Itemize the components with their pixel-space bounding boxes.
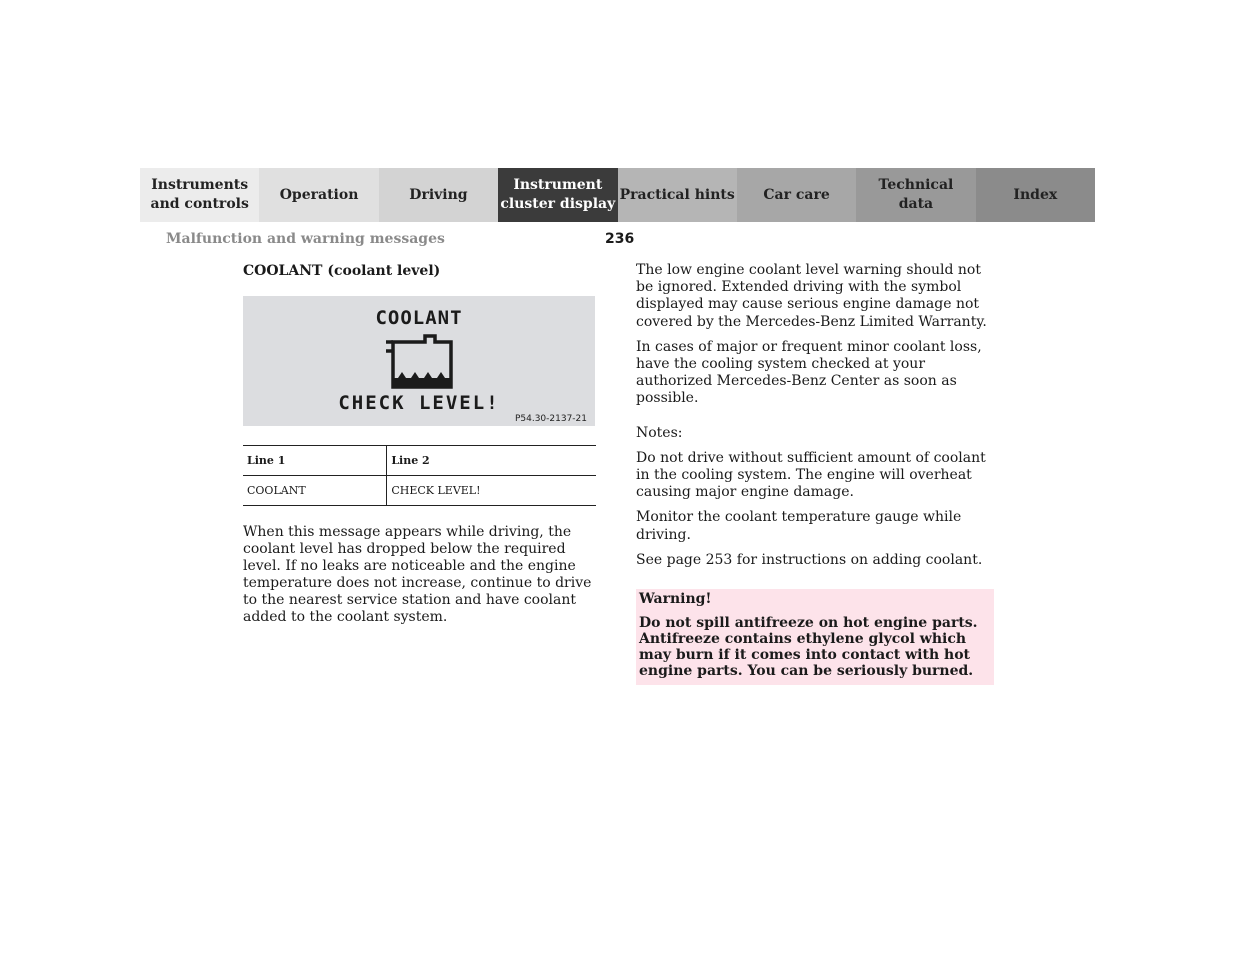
warning-info-paragraph: The low engine coolant level warning sho… xyxy=(636,262,987,330)
tab-car-care[interactable]: Car care xyxy=(736,168,857,222)
tab-instruments-and-controls[interactable]: Instruments and controls xyxy=(140,168,260,222)
coolant-reservoir-icon xyxy=(386,334,453,389)
warning-title: Warning! xyxy=(639,591,712,608)
figure-reference: P54.30-2137-21 xyxy=(514,414,587,424)
tab-label-line2: data xyxy=(898,196,934,212)
display-message-table: Line 1 Line 2 COOLANT CHECK LEVEL! xyxy=(243,445,596,506)
cluster-display-illustration: COOLANT CHECK LEVEL! P54.30-2137-21 xyxy=(243,296,595,426)
note-item: See page 253 for instructions on adding … xyxy=(636,551,983,568)
tab-label: Operation xyxy=(279,186,359,203)
tab-label-line1: Instruments xyxy=(151,177,249,193)
left-column: COOLANT (coolant level) COOLANT CHECK LE… xyxy=(243,262,599,626)
description-paragraph: When this message appears while driving,… xyxy=(243,524,592,625)
tab-index[interactable]: Index xyxy=(975,168,1095,222)
tab-label: Index xyxy=(1013,186,1058,203)
right-column: The low engine coolant level warning sho… xyxy=(636,262,996,686)
section-title: Malfunction and warning messages xyxy=(166,231,445,247)
display-line1: COOLANT xyxy=(375,307,463,329)
page-number: 236 xyxy=(605,231,635,247)
chapter-nav: Instruments and controls Operation Drivin… xyxy=(140,168,1095,222)
message-heading: COOLANT (coolant level) xyxy=(243,263,441,279)
table-cell: COOLANT xyxy=(243,475,387,506)
table-row: COOLANT CHECK LEVEL! xyxy=(243,475,596,506)
warning-box: Warning! Do not spill antifreeze on hot … xyxy=(636,589,994,686)
tab-driving[interactable]: Driving xyxy=(378,168,499,222)
tab-instrument-cluster-display[interactable]: Instrument cluster display xyxy=(498,168,618,222)
note-item: Monitor the coolant temperature gauge wh… xyxy=(636,509,962,543)
tab-label-line2: and controls xyxy=(150,196,249,212)
table-cell: CHECK LEVEL! xyxy=(386,475,596,506)
tab-technical-data[interactable]: Technical data xyxy=(856,168,976,222)
tab-label: Driving xyxy=(409,186,468,203)
table-header-line1: Line 1 xyxy=(243,445,387,476)
tab-practical-hints[interactable]: Practical hints xyxy=(617,168,737,222)
service-paragraph: In cases of major or frequent minor cool… xyxy=(636,338,982,407)
tab-label: Car care xyxy=(763,186,830,203)
table-header-line2: Line 2 xyxy=(386,445,596,476)
warning-text: Do not spill antifreeze on hot engine pa… xyxy=(639,615,978,680)
tab-operation[interactable]: Operation xyxy=(259,168,379,222)
tab-label-line1: Technical xyxy=(878,177,954,193)
tab-label: Practical hints xyxy=(619,186,735,203)
notes-label: Notes: xyxy=(636,424,683,441)
tab-label-line1: Instrument xyxy=(513,177,603,193)
table-header-row: Line 1 Line 2 xyxy=(243,445,596,476)
tab-label-line2: cluster display xyxy=(500,196,616,212)
note-item: Do not drive without sufficient amount o… xyxy=(636,449,986,501)
display-line2: CHECK LEVEL! xyxy=(338,392,500,414)
